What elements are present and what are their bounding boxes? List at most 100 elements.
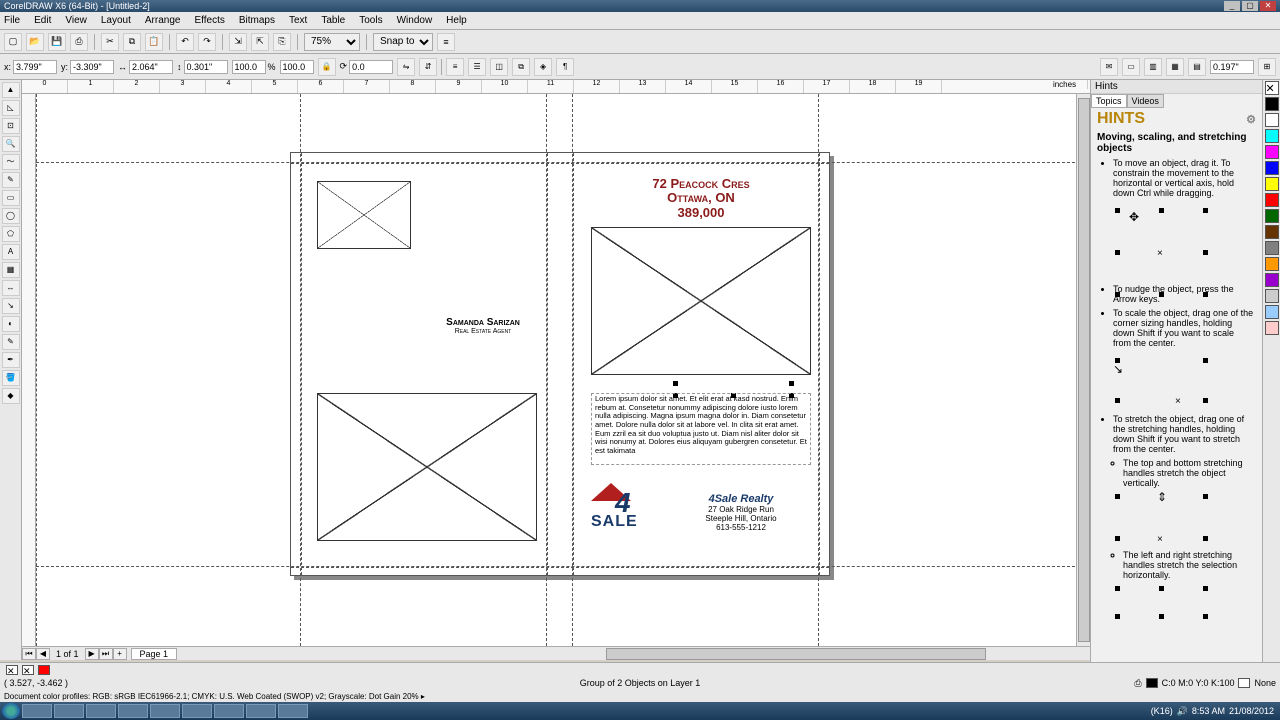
task-item[interactable] xyxy=(86,704,116,718)
menu-arrange[interactable]: Arrange xyxy=(145,15,181,26)
color-swatch[interactable] xyxy=(1265,97,1279,111)
pick-tool-icon[interactable]: ▲ xyxy=(2,82,20,98)
freehand-tool-icon[interactable]: ～ xyxy=(2,154,20,170)
align-icon[interactable]: ≡ xyxy=(446,58,464,76)
menu-tools[interactable]: Tools xyxy=(359,15,382,26)
color-swatch[interactable] xyxy=(1265,113,1279,127)
menu-table[interactable]: Table xyxy=(321,15,345,26)
tab-videos[interactable]: Videos xyxy=(1127,94,1164,108)
task-item[interactable] xyxy=(278,704,308,718)
color-swatch[interactable] xyxy=(1265,161,1279,175)
task-item[interactable] xyxy=(246,704,276,718)
menu-help[interactable]: Help xyxy=(446,15,467,26)
cut-icon[interactable]: ✂ xyxy=(101,33,119,51)
publish-icon[interactable]: ⎘ xyxy=(273,33,291,51)
color-swatch[interactable] xyxy=(1265,209,1279,223)
close-button[interactable]: ✕ xyxy=(1260,1,1276,11)
page-next-icon[interactable]: ▶ xyxy=(85,648,99,660)
property-heading[interactable]: 72 Peacock Cres Ottawa, ON 389,000 xyxy=(591,177,811,220)
order-icon[interactable]: ☰ xyxy=(468,58,486,76)
options-icon[interactable]: ≡ xyxy=(437,33,455,51)
shape-tool-icon[interactable]: ◺ xyxy=(2,100,20,116)
snapto-select[interactable]: Snap to xyxy=(373,33,433,51)
image-placeholder-left[interactable] xyxy=(317,393,537,541)
wrap2-icon[interactable]: ▦ xyxy=(1166,58,1184,76)
color-swatch[interactable] xyxy=(1265,289,1279,303)
vertical-scrollbar[interactable] xyxy=(1076,94,1090,646)
height-input[interactable] xyxy=(184,60,228,74)
connector-tool-icon[interactable]: ↘ xyxy=(2,298,20,314)
color-swatch[interactable] xyxy=(1265,305,1279,319)
start-button[interactable] xyxy=(2,703,20,719)
gear-icon[interactable]: ⚙ xyxy=(1246,113,1256,126)
task-item[interactable] xyxy=(118,704,148,718)
group-icon[interactable]: ◫ xyxy=(490,58,508,76)
fill-tool-icon[interactable]: 🪣 xyxy=(2,370,20,386)
combine-icon[interactable]: ◈ xyxy=(534,58,552,76)
minimize-button[interactable]: _ xyxy=(1224,1,1240,11)
envelope-icon[interactable]: ✉ xyxy=(1100,58,1118,76)
selected-text-object[interactable]: Samanda Sarizan Real Estate Agent xyxy=(423,317,543,335)
page-last-icon[interactable]: ⏭ xyxy=(99,648,113,660)
mirror-h-icon[interactable]: ⇋ xyxy=(397,58,415,76)
scalex-input[interactable] xyxy=(232,60,266,74)
nofill-swatch-icon[interactable]: ✕ xyxy=(6,665,18,675)
outline-width-input[interactable] xyxy=(1210,60,1254,74)
menu-edit[interactable]: Edit xyxy=(34,15,51,26)
y-input[interactable] xyxy=(70,60,114,74)
ungroup-icon[interactable]: ⧉ xyxy=(512,58,530,76)
width-input[interactable] xyxy=(129,60,173,74)
menu-window[interactable]: Window xyxy=(397,15,433,26)
task-item[interactable] xyxy=(214,704,244,718)
page-first-icon[interactable]: ⏮ xyxy=(22,648,36,660)
color-swatch[interactable] xyxy=(1265,241,1279,255)
baseline-icon[interactable]: ▭ xyxy=(1122,58,1140,76)
redo-icon[interactable]: ↷ xyxy=(198,33,216,51)
scaley-input[interactable] xyxy=(280,60,314,74)
copy-icon[interactable]: ⧉ xyxy=(123,33,141,51)
table-tool-icon[interactable]: ▦ xyxy=(2,262,20,278)
page-add-icon[interactable]: + xyxy=(113,648,127,660)
columns-icon[interactable]: ▥ xyxy=(1144,58,1162,76)
eyedropper-tool-icon[interactable]: ✎ xyxy=(2,334,20,350)
menu-text[interactable]: Text xyxy=(289,15,307,26)
system-tray[interactable]: (K16) 🔊 8:53 AM 21/08/2012 xyxy=(1151,706,1278,717)
outline-tool-icon[interactable]: ✒ xyxy=(2,352,20,368)
page-prev-icon[interactable]: ◀ xyxy=(36,648,50,660)
fill-indicator[interactable] xyxy=(1146,678,1158,688)
lock-ratio-icon[interactable]: 🔒 xyxy=(318,58,336,76)
color-swatch[interactable] xyxy=(1265,145,1279,159)
smart-tool-icon[interactable]: ✎ xyxy=(2,172,20,188)
tray-sound-icon[interactable]: 🔊 xyxy=(1177,706,1188,717)
paragraph-text-frame[interactable]: Lorem ipsum dolor sit amet. Et elit erat… xyxy=(591,393,811,465)
print-icon[interactable]: ⎙ xyxy=(1134,678,1141,689)
color-swatch[interactable] xyxy=(1265,257,1279,271)
zoom-tool-icon[interactable]: 🔍 xyxy=(2,136,20,152)
outline-swatch-icon[interactable]: ✕ xyxy=(22,665,34,675)
menu-bitmaps[interactable]: Bitmaps xyxy=(239,15,275,26)
menu-file[interactable]: File xyxy=(4,15,20,26)
x-input[interactable] xyxy=(13,60,57,74)
new-icon[interactable]: ▢ xyxy=(4,33,22,51)
image-placeholder-right[interactable] xyxy=(591,227,811,375)
undo-icon[interactable]: ↶ xyxy=(176,33,194,51)
text-tool-icon[interactable]: A xyxy=(2,244,20,260)
save-icon[interactable]: 💾 xyxy=(48,33,66,51)
task-item[interactable] xyxy=(182,704,212,718)
zoom-select[interactable]: 75% xyxy=(304,33,360,51)
print-icon[interactable]: ⎙ xyxy=(70,33,88,51)
task-item[interactable] xyxy=(54,704,84,718)
color-swatch[interactable] xyxy=(1265,225,1279,239)
ellipse-tool-icon[interactable]: ◯ xyxy=(2,208,20,224)
menu-layout[interactable]: Layout xyxy=(101,15,131,26)
color-swatch[interactable] xyxy=(1265,273,1279,287)
polygon-tool-icon[interactable]: ⬠ xyxy=(2,226,20,242)
fill-swatch-icon[interactable] xyxy=(38,665,50,675)
open-icon[interactable]: 📂 xyxy=(26,33,44,51)
company-logo[interactable]: 4 SALE xyxy=(591,483,661,533)
color-swatch[interactable] xyxy=(1265,321,1279,335)
horizontal-scrollbar[interactable] xyxy=(546,646,1090,660)
color-swatch[interactable] xyxy=(1265,193,1279,207)
menu-view[interactable]: View xyxy=(65,15,87,26)
task-item[interactable] xyxy=(150,704,180,718)
